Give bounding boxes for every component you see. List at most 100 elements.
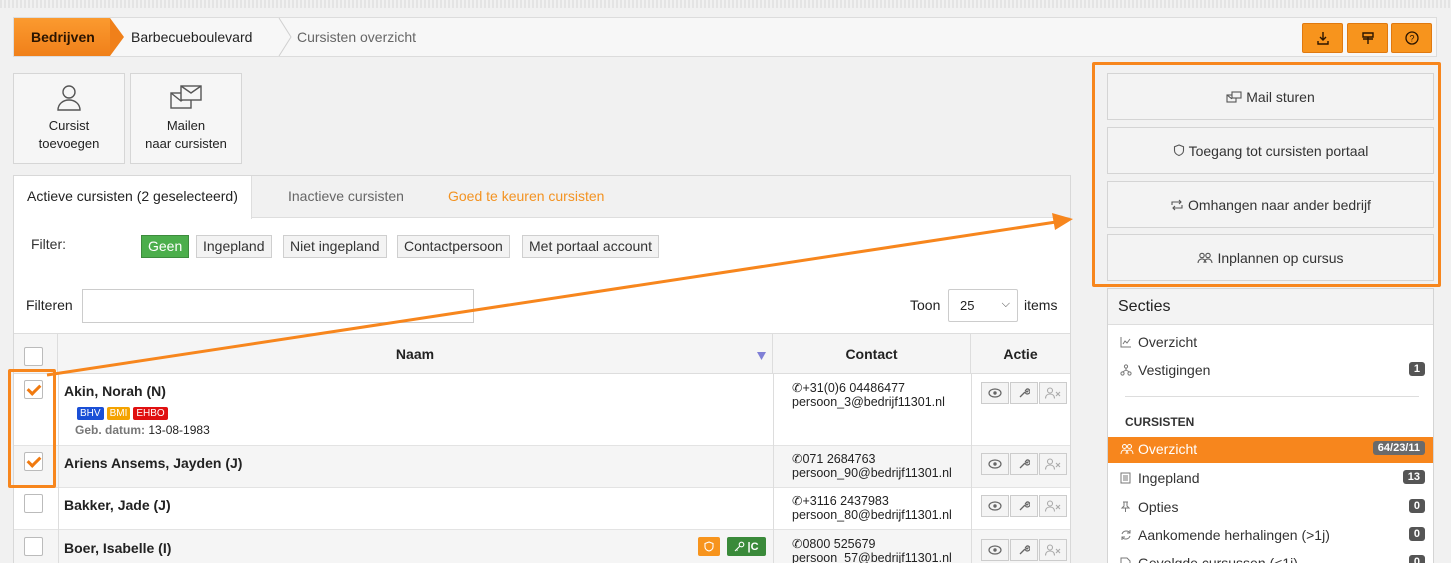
remove-user-button[interactable] <box>1039 453 1067 475</box>
remove-user-button[interactable] <box>1039 539 1067 561</box>
portal-tag: C <box>750 540 759 553</box>
column-divider <box>773 374 774 563</box>
filter-chip-none[interactable]: Geen <box>141 235 190 258</box>
filter-chip-contact-person[interactable]: Contactpersoon <box>397 235 510 258</box>
row-checkbox[interactable] <box>24 537 43 556</box>
phone-icon: ✆ <box>792 381 803 395</box>
column-header-contact: Contact <box>773 334 971 374</box>
sitemap-icon <box>1120 364 1132 376</box>
filter-chip-portal-account[interactable]: Met portaal account <box>522 235 659 258</box>
section-item-upcoming-repeats[interactable]: Aankomende herhalingen (>1j) 0 <box>1108 523 1433 549</box>
refresh-icon <box>1121 530 1131 540</box>
contact-person-badge <box>698 537 720 556</box>
sections-panel: Secties Overzicht Vestigingen 1 CURSISTE… <box>1107 288 1434 563</box>
view-button[interactable] <box>981 453 1009 475</box>
student-name[interactable]: Boer, Isabelle (I) <box>64 540 171 556</box>
course-badges: BHV BMI EHBO <box>77 403 171 420</box>
filter-chip-not-scheduled[interactable]: Niet ingepland <box>283 235 387 258</box>
portal-account-badge: | C <box>727 537 766 556</box>
column-divider <box>971 374 972 563</box>
count-badge: 13 <box>1402 470 1425 484</box>
section-item-overview[interactable]: Overzicht <box>1108 330 1433 356</box>
email-address[interactable]: persoon_80@bedrijf11301.nl <box>792 508 952 522</box>
user-remove-icon <box>1045 500 1061 512</box>
sections-title: Secties <box>1108 289 1433 325</box>
pin-icon <box>1120 501 1131 512</box>
table-row[interactable]: Ariens Ansems, Jayden (J) ✆071 2684763 p… <box>14 446 1070 488</box>
email-address[interactable]: persoon_90@bedrijf11301.nl <box>792 466 952 480</box>
page-size-select[interactable]: 25 ⌵ <box>948 289 1018 322</box>
tab-inactive-students[interactable]: Inactieve cursisten <box>275 176 417 218</box>
download-button[interactable] <box>1302 23 1343 53</box>
chart-icon <box>1120 337 1131 348</box>
section-divider <box>1125 396 1419 397</box>
view-button[interactable] <box>981 539 1009 561</box>
edit-button[interactable] <box>1010 382 1038 404</box>
edit-button[interactable] <box>1010 539 1038 561</box>
sort-desc-icon <box>757 352 766 360</box>
filter-chip-scheduled[interactable]: Ingepland <box>196 235 272 258</box>
tab-bar: Actieve cursisten (2 geselecteerd) Inact… <box>14 176 1070 219</box>
email-address[interactable]: persoon_57@bedrijf11301.nl <box>792 551 952 563</box>
contact-info: ✆+31(0)6 04486477 persoon_3@bedrijf11301… <box>792 381 945 409</box>
row-checkbox[interactable] <box>24 494 43 513</box>
breadcrumb-company[interactable]: Barbecueboulevard <box>131 29 252 45</box>
tab-approve-students[interactable]: Goed te keuren cursisten <box>435 176 617 218</box>
column-header-name[interactable]: Naam <box>58 334 773 374</box>
table-row[interactable]: Boer, Isabelle (I) | C ✆0800 525679 perso… <box>14 530 1070 563</box>
section-item-branches[interactable]: Vestigingen 1 <box>1108 358 1433 384</box>
tab-active-students[interactable]: Actieve cursisten (2 geselecteerd) <box>14 176 252 219</box>
student-name[interactable]: Akin, Norah (N) <box>64 383 166 399</box>
select-all-checkbox[interactable] <box>24 347 43 366</box>
table-row[interactable]: Akin, Norah (N) BHV BMI EHBO Geb. datum: 1… <box>14 374 1070 446</box>
breadcrumb: Bedrijven Barbecueboulevard Cursisten ov… <box>13 17 1437 57</box>
count-badge: 1 <box>1408 362 1425 376</box>
contact-info: ✆0800 525679 persoon_57@bedrijf11301.nl <box>792 537 952 563</box>
columns-button[interactable] <box>1347 23 1388 53</box>
eye-icon <box>988 388 1002 398</box>
phone-number: 071 2684763 <box>802 452 876 466</box>
remove-user-button[interactable] <box>1039 495 1067 517</box>
search-input[interactable] <box>82 289 474 323</box>
view-button[interactable] <box>981 382 1009 404</box>
add-student-label-1: Cursist <box>48 118 90 133</box>
student-name[interactable]: Ariens Ansems, Jayden (J) <box>64 455 242 471</box>
help-icon: ? <box>1404 31 1419 45</box>
count-badge: 0 <box>1408 555 1425 563</box>
mail-students-button[interactable]: Mailen naar cursisten <box>130 73 242 164</box>
remove-user-button[interactable] <box>1039 382 1067 404</box>
section-item-label: Overzicht <box>1138 334 1198 350</box>
student-name[interactable]: Bakker, Jade (J) <box>64 497 171 513</box>
badge-bhv: BHV <box>77 407 104 420</box>
birth-date: Geb. datum: 13-08-1983 <box>75 423 210 437</box>
user-icon <box>57 85 81 111</box>
table-row[interactable]: Bakker, Jade (J) ✆+3116 2437983 persoon_… <box>14 488 1070 530</box>
user-remove-icon <box>1045 544 1061 556</box>
badge-ehbo: EHBO <box>133 407 168 420</box>
section-item-followed-courses[interactable]: Gevolgde cursussen (<1j) 0 <box>1108 551 1433 563</box>
count-badge: 0 <box>1408 527 1425 541</box>
user-remove-icon <box>1045 458 1061 470</box>
column-divider <box>58 374 59 563</box>
selection-highlight-box <box>8 369 56 488</box>
email-address[interactable]: persoon_3@bedrijf11301.nl <box>792 395 945 409</box>
section-item-students-overview[interactable]: Overzicht 64/23/11 <box>1108 437 1433 463</box>
section-item-label: Gevolgde cursussen (<1j) <box>1138 555 1298 563</box>
add-student-button[interactable]: Cursist toevoegen <box>13 73 125 164</box>
breadcrumb-home[interactable]: Bedrijven <box>14 18 124 56</box>
mail-students-label-2: naar cursisten <box>145 136 227 151</box>
document-icon <box>1120 557 1131 563</box>
wrench-icon <box>1019 459 1030 469</box>
view-button[interactable] <box>981 495 1009 517</box>
svg-text:?: ? <box>1409 34 1414 44</box>
phone-icon: ✆ <box>792 494 803 508</box>
edit-button[interactable] <box>1010 453 1038 475</box>
help-button[interactable]: ? <box>1391 23 1432 53</box>
wrench-icon <box>1019 501 1030 511</box>
row-actions <box>981 495 1068 517</box>
actions-highlight-box <box>1092 62 1441 287</box>
section-item-options[interactable]: Opties 0 <box>1108 495 1433 521</box>
section-item-scheduled[interactable]: Ingepland 13 <box>1108 466 1433 492</box>
column-name-label: Naam <box>395 346 435 362</box>
edit-button[interactable] <box>1010 495 1038 517</box>
